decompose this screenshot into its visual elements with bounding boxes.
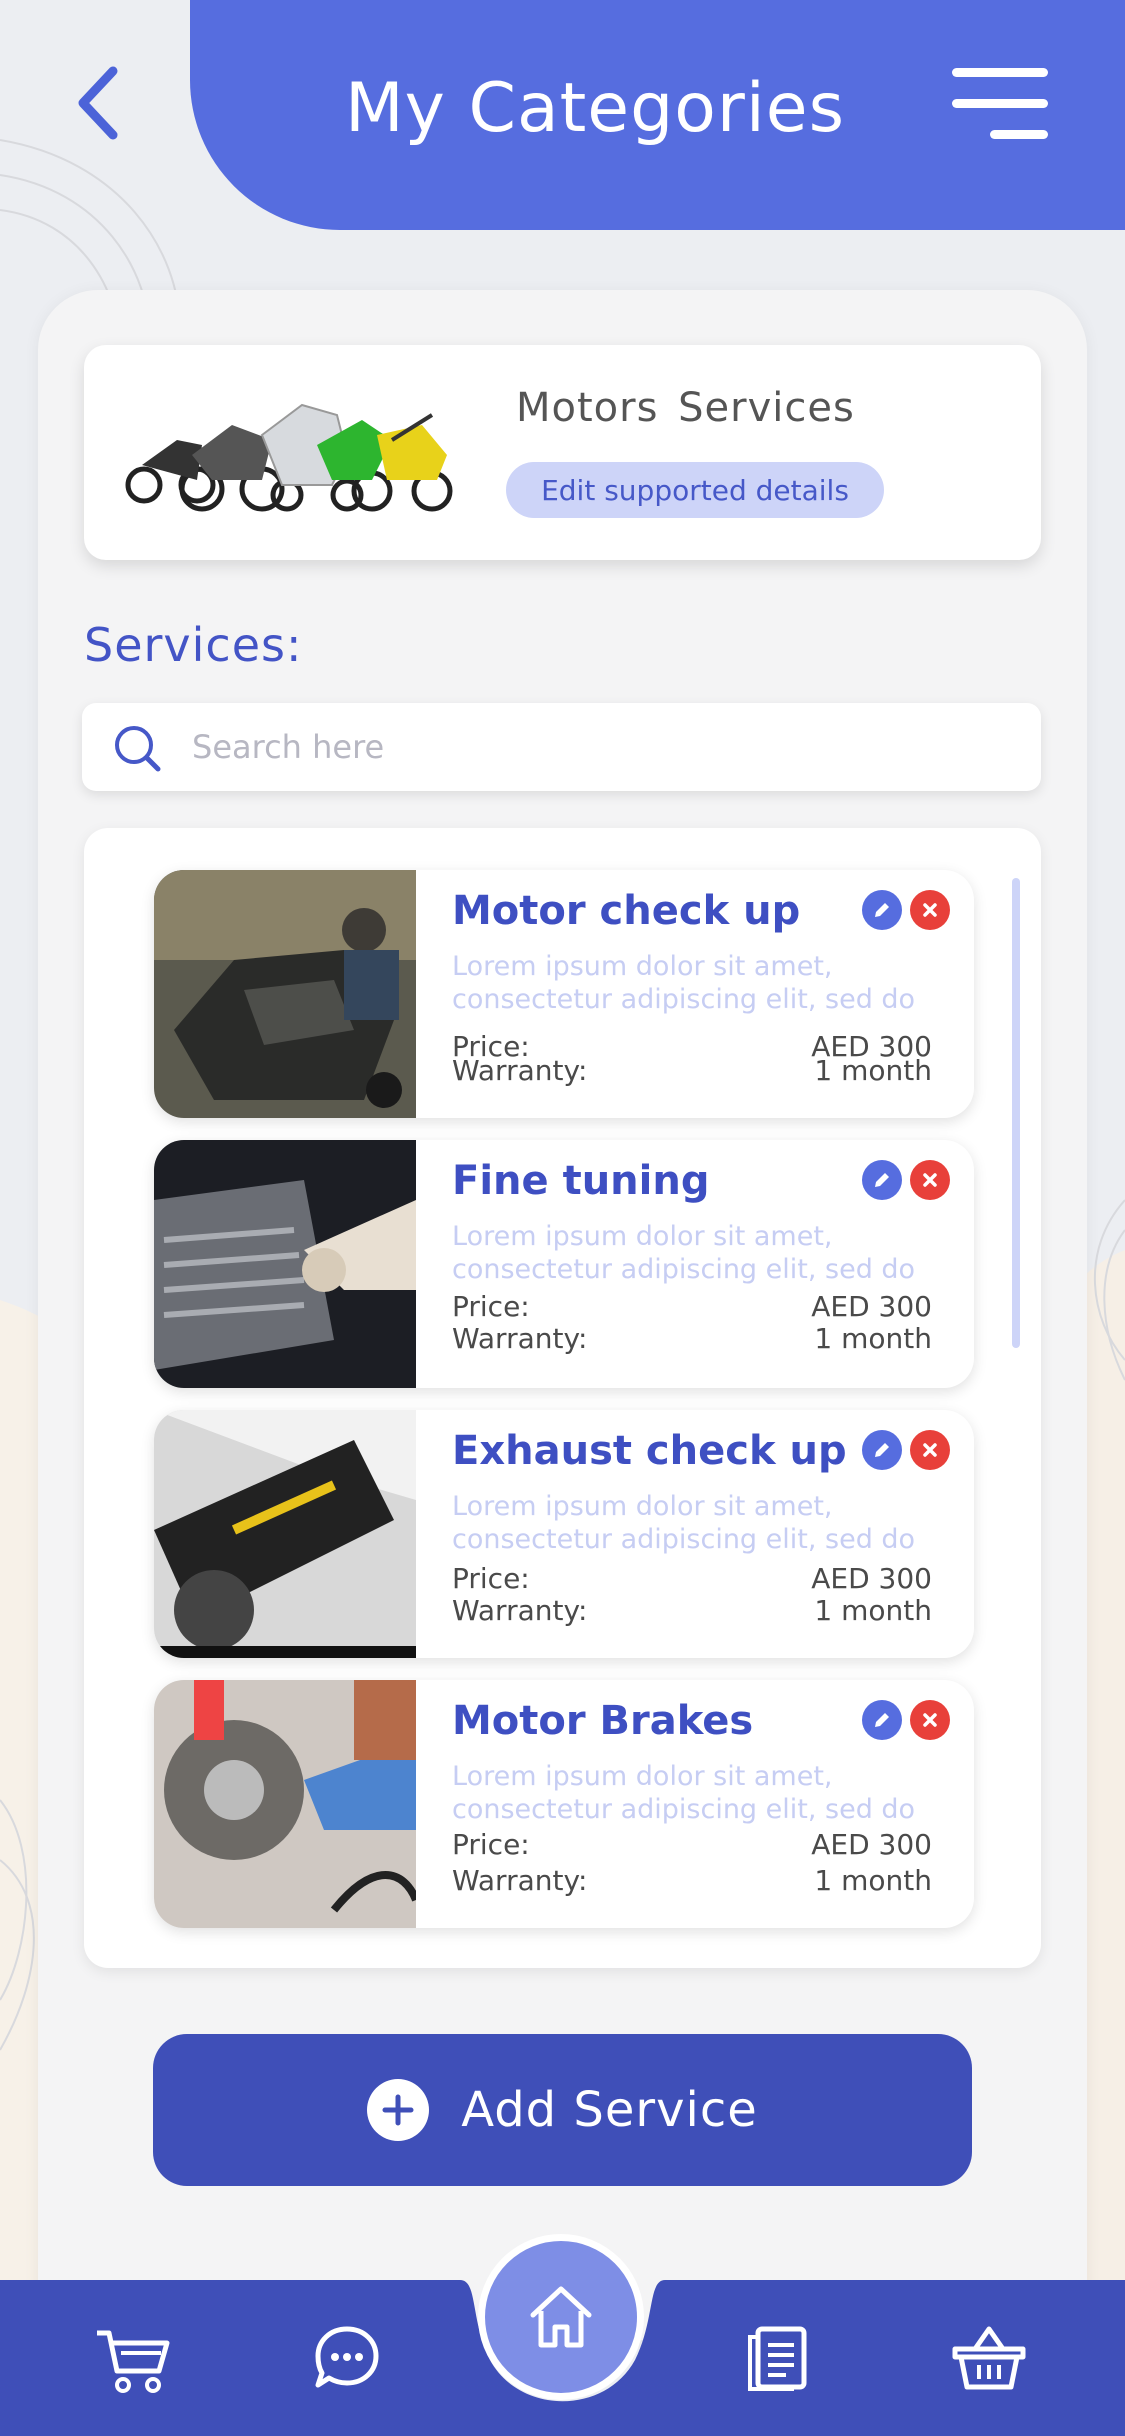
warranty-label: Warranty: <box>452 1322 588 1355</box>
service-card[interactable]: Motor check up Lorem ipsum dolor sit ame… <box>154 870 974 1118</box>
price-label: Price: <box>452 1290 530 1323</box>
edit-service-button[interactable] <box>862 890 902 930</box>
search-input[interactable] <box>192 717 1012 777</box>
category-name: Motors Services <box>516 385 855 431</box>
search-box <box>82 703 1041 791</box>
close-icon <box>923 1443 937 1457</box>
delete-service-button[interactable] <box>910 890 950 930</box>
close-icon <box>923 903 937 917</box>
service-card[interactable]: Fine tuning Lorem ipsum dolor sit amet, … <box>154 1140 974 1388</box>
delete-service-button[interactable] <box>910 1160 950 1200</box>
motorcycles-image <box>125 403 453 512</box>
service-image <box>154 870 416 1118</box>
price-value: AED 300 <box>811 1562 932 1595</box>
warranty-value: 1 month <box>814 1594 932 1627</box>
price-row: Price: AED 300 <box>452 1830 932 1860</box>
delete-service-button[interactable] <box>910 1700 950 1740</box>
warranty-value: 1 month <box>814 1322 932 1355</box>
service-title: Fine tuning <box>452 1158 710 1204</box>
services-list: Motor check up Lorem ipsum dolor sit ame… <box>84 828 1041 1968</box>
pencil-icon <box>875 903 889 917</box>
nav-basket[interactable] <box>944 2318 1034 2398</box>
basket-icon <box>952 2326 1026 2390</box>
warranty-label: Warranty: <box>452 1054 588 1087</box>
edit-service-button[interactable] <box>862 1700 902 1740</box>
delete-service-button[interactable] <box>910 1430 950 1470</box>
hamburger-menu-icon <box>952 68 1048 77</box>
nav-documents[interactable] <box>732 2318 822 2398</box>
warranty-row: Warranty: 1 month <box>452 1056 932 1086</box>
back-button[interactable] <box>58 58 138 148</box>
service-description: Lorem ipsum dolor sit amet, consectetur … <box>452 1491 916 1555</box>
chevron-left-icon <box>78 66 118 140</box>
price-value: AED 300 <box>811 1828 932 1861</box>
plus-circle-icon <box>367 2079 430 2141</box>
warranty-row: Warranty: 1 month <box>452 1596 932 1626</box>
pencil-icon <box>875 1443 889 1457</box>
category-card: Motors Services Edit supported details <box>84 345 1041 560</box>
price-value: AED 300 <box>811 1290 932 1323</box>
warranty-label: Warranty: <box>452 1594 588 1627</box>
service-title: Motor Brakes <box>452 1698 754 1744</box>
nav-cart[interactable] <box>88 2320 178 2400</box>
service-description: Lorem ipsum dolor sit amet, consectetur … <box>452 1761 916 1825</box>
service-title: Motor check up <box>452 888 801 934</box>
pencil-icon <box>875 1173 889 1187</box>
service-image <box>154 1680 416 1928</box>
service-image <box>154 1410 416 1658</box>
service-image <box>154 1140 416 1388</box>
add-service-label: Add Service <box>461 2082 758 2138</box>
add-service-button[interactable]: Add Service <box>153 2034 972 2186</box>
page-title: My Categories <box>344 68 846 148</box>
service-description: Lorem ipsum dolor sit amet, consectetur … <box>452 1221 916 1285</box>
nav-chat[interactable] <box>302 2318 392 2398</box>
pencil-icon <box>875 1713 889 1727</box>
service-title: Exhaust check up <box>452 1428 847 1474</box>
price-row: Price: AED 300 <box>452 1564 932 1594</box>
warranty-row: Warranty: 1 month <box>452 1324 932 1354</box>
close-icon <box>923 1713 937 1727</box>
service-card[interactable]: Motor Brakes Lorem ipsum dolor sit amet,… <box>154 1680 974 1928</box>
menu-button[interactable] <box>950 64 1050 144</box>
chat-icon <box>315 2326 379 2388</box>
documents-icon <box>748 2326 807 2391</box>
price-row: Price: AED 300 <box>452 1292 932 1322</box>
scrollbar[interactable] <box>1012 878 1020 1348</box>
close-icon <box>923 1173 937 1187</box>
price-label: Price: <box>452 1562 530 1595</box>
edit-supported-details-button[interactable]: Edit supported details <box>506 462 884 518</box>
services-heading: Services: <box>84 618 303 672</box>
warranty-row: Warranty: 1 month <box>452 1866 932 1896</box>
service-card[interactable]: Exhaust check up Lorem ipsum dolor sit a… <box>154 1410 974 1658</box>
warranty-label: Warranty: <box>452 1864 588 1897</box>
edit-service-button[interactable] <box>862 1430 902 1470</box>
nav-home[interactable] <box>478 2234 644 2400</box>
service-description: Lorem ipsum dolor sit amet, consectetur … <box>452 951 916 1015</box>
cart-icon <box>97 2330 170 2393</box>
warranty-value: 1 month <box>814 1864 932 1897</box>
warranty-value: 1 month <box>814 1054 932 1087</box>
home-icon <box>530 2286 592 2348</box>
price-label: Price: <box>452 1828 530 1861</box>
edit-service-button[interactable] <box>862 1160 902 1200</box>
search-icon <box>115 726 161 772</box>
